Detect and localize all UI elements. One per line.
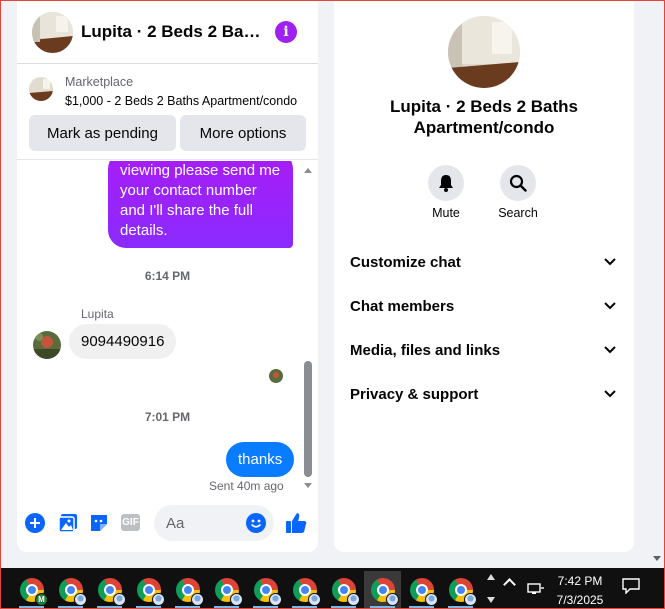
profile-badge-icon bbox=[425, 593, 438, 606]
mark-as-pending-button[interactable]: Mark as pending bbox=[29, 115, 176, 151]
taskbar-app-chrome[interactable] bbox=[130, 571, 167, 608]
bell-icon bbox=[439, 175, 453, 192]
taskbar-app-chrome[interactable] bbox=[286, 571, 323, 608]
message-line: your contact number bbox=[120, 182, 257, 199]
clock-date: 7/3/2025 bbox=[556, 593, 604, 607]
network-icon[interactable] bbox=[527, 582, 545, 596]
taskbar-app-chrome[interactable] bbox=[247, 571, 284, 608]
profile-badge-icon bbox=[308, 593, 321, 606]
section-label: Media, files and links bbox=[350, 341, 501, 359]
profile-badge-icon bbox=[74, 593, 87, 606]
taskbar-app-chrome[interactable]: M bbox=[13, 571, 50, 608]
taskbar-app-chrome[interactable] bbox=[169, 571, 206, 608]
notification-icon[interactable] bbox=[622, 578, 640, 595]
listing-source: Marketplace bbox=[65, 75, 134, 89]
profile-badge-icon bbox=[152, 593, 165, 606]
message-line: viewing please send me bbox=[120, 162, 281, 179]
profile-badge-icon bbox=[347, 593, 360, 606]
conversation-avatar[interactable] bbox=[32, 12, 73, 53]
message-line: details. bbox=[120, 222, 168, 239]
section-label: Chat members bbox=[350, 297, 455, 315]
taskbar-scroll[interactable] bbox=[486, 572, 496, 606]
taskbar-scroll-down-icon[interactable] bbox=[487, 597, 495, 603]
photo-icon[interactable] bbox=[58, 513, 78, 533]
mute-circle[interactable] bbox=[428, 165, 464, 201]
taskbar-app-chrome[interactable] bbox=[442, 571, 479, 608]
taskbar-app-chrome[interactable] bbox=[52, 571, 89, 608]
outgoing-message[interactable]: viewing please send me your contact numb… bbox=[108, 161, 293, 248]
message-thread: viewing please send me your contact numb… bbox=[17, 161, 318, 499]
scroll-up-arrow-icon[interactable] bbox=[304, 168, 312, 173]
sent-status: Sent 40m ago bbox=[209, 479, 284, 493]
outgoing-message[interactable]: thanks bbox=[226, 442, 295, 477]
section-privacy-support[interactable]: Privacy & support bbox=[342, 374, 626, 414]
read-receipt-avatar bbox=[269, 369, 283, 383]
info-icon[interactable]: i bbox=[275, 21, 297, 43]
chat-panel: Lupita · 2 Beds 2 Baths Apartment/condo … bbox=[17, 0, 318, 552]
section-customize-chat[interactable]: Customize chat bbox=[342, 242, 626, 282]
conversation-info-panel: Lupita · 2 Beds 2 Baths Apartment/condo … bbox=[334, 0, 634, 552]
message-composer: GIF bbox=[17, 500, 318, 546]
taskbar-app-chrome[interactable] bbox=[403, 571, 440, 608]
search-label: Search bbox=[498, 206, 538, 220]
message-line: and I'll share the full bbox=[120, 202, 253, 219]
section-label: Customize chat bbox=[350, 253, 461, 271]
profile-badge-icon bbox=[230, 593, 243, 606]
sticker-icon[interactable] bbox=[89, 513, 109, 533]
incoming-message[interactable]: 9094490916 bbox=[69, 324, 177, 359]
chevron-down-icon bbox=[602, 386, 618, 402]
listing-thumbnail[interactable] bbox=[29, 77, 53, 101]
taskbar-app-chrome[interactable] bbox=[364, 571, 401, 608]
chevron-down-icon bbox=[602, 254, 618, 270]
profile-badge-icon bbox=[269, 593, 282, 606]
section-chat-members[interactable]: Chat members bbox=[342, 286, 626, 326]
page-scroll-down-icon[interactable] bbox=[653, 556, 661, 561]
plus-icon[interactable] bbox=[25, 513, 45, 533]
chevron-down-icon bbox=[602, 298, 618, 314]
chevron-down-icon bbox=[602, 342, 618, 358]
more-options-button[interactable]: More options bbox=[180, 115, 306, 151]
profile-badge-icon bbox=[191, 593, 204, 606]
emoji-icon[interactable] bbox=[246, 513, 266, 533]
mute-button[interactable]: Mute bbox=[418, 165, 474, 220]
profile-badge-icon: M bbox=[35, 593, 48, 606]
section-label: Privacy & support bbox=[350, 385, 479, 403]
taskbar-clock[interactable]: 7:42 PM 7/3/2025 bbox=[550, 572, 610, 609]
profile-name: Lupita · 2 Beds 2 Baths Apartment/condo bbox=[390, 97, 578, 137]
profile-badge-icon bbox=[464, 593, 477, 606]
conversation-title[interactable]: Lupita · 2 Beds 2 Baths Apartment/condo bbox=[81, 22, 261, 42]
profile-avatar[interactable] bbox=[448, 16, 520, 88]
profile-badge-icon bbox=[386, 593, 399, 606]
sender-name: Lupita bbox=[81, 307, 114, 321]
section-media-files-links[interactable]: Media, files and links bbox=[342, 330, 626, 370]
clock-time: 7:42 PM bbox=[557, 574, 603, 588]
gif-icon[interactable]: GIF bbox=[121, 514, 140, 531]
scrollbar-thumb[interactable] bbox=[304, 361, 312, 477]
chat-header: Lupita · 2 Beds 2 Baths Apartment/condo … bbox=[17, 0, 318, 64]
taskbar-app-chrome[interactable] bbox=[208, 571, 245, 608]
search-button[interactable]: Search bbox=[490, 165, 546, 220]
timestamp: 6:14 PM bbox=[144, 269, 191, 283]
scroll-down-arrow-icon[interactable] bbox=[304, 483, 312, 488]
taskbar-scroll-up-icon[interactable] bbox=[487, 574, 495, 580]
like-icon[interactable] bbox=[284, 511, 308, 535]
search-icon bbox=[509, 174, 527, 192]
timestamp: 7:01 PM bbox=[144, 410, 191, 424]
taskbar-app-chrome[interactable] bbox=[91, 571, 128, 608]
marketplace-listing: Marketplace $1,000 - 2 Beds 2 Baths Apar… bbox=[17, 64, 318, 160]
taskbar-app-chrome[interactable] bbox=[325, 571, 362, 608]
profile-badge-icon bbox=[113, 593, 126, 606]
sender-avatar[interactable] bbox=[33, 331, 61, 359]
listing-title[interactable]: $1,000 - 2 Beds 2 Baths Apartment/condo bbox=[65, 94, 297, 108]
search-circle[interactable] bbox=[500, 165, 536, 201]
message-scrollbar[interactable] bbox=[302, 163, 314, 493]
mute-label: Mute bbox=[432, 206, 460, 220]
